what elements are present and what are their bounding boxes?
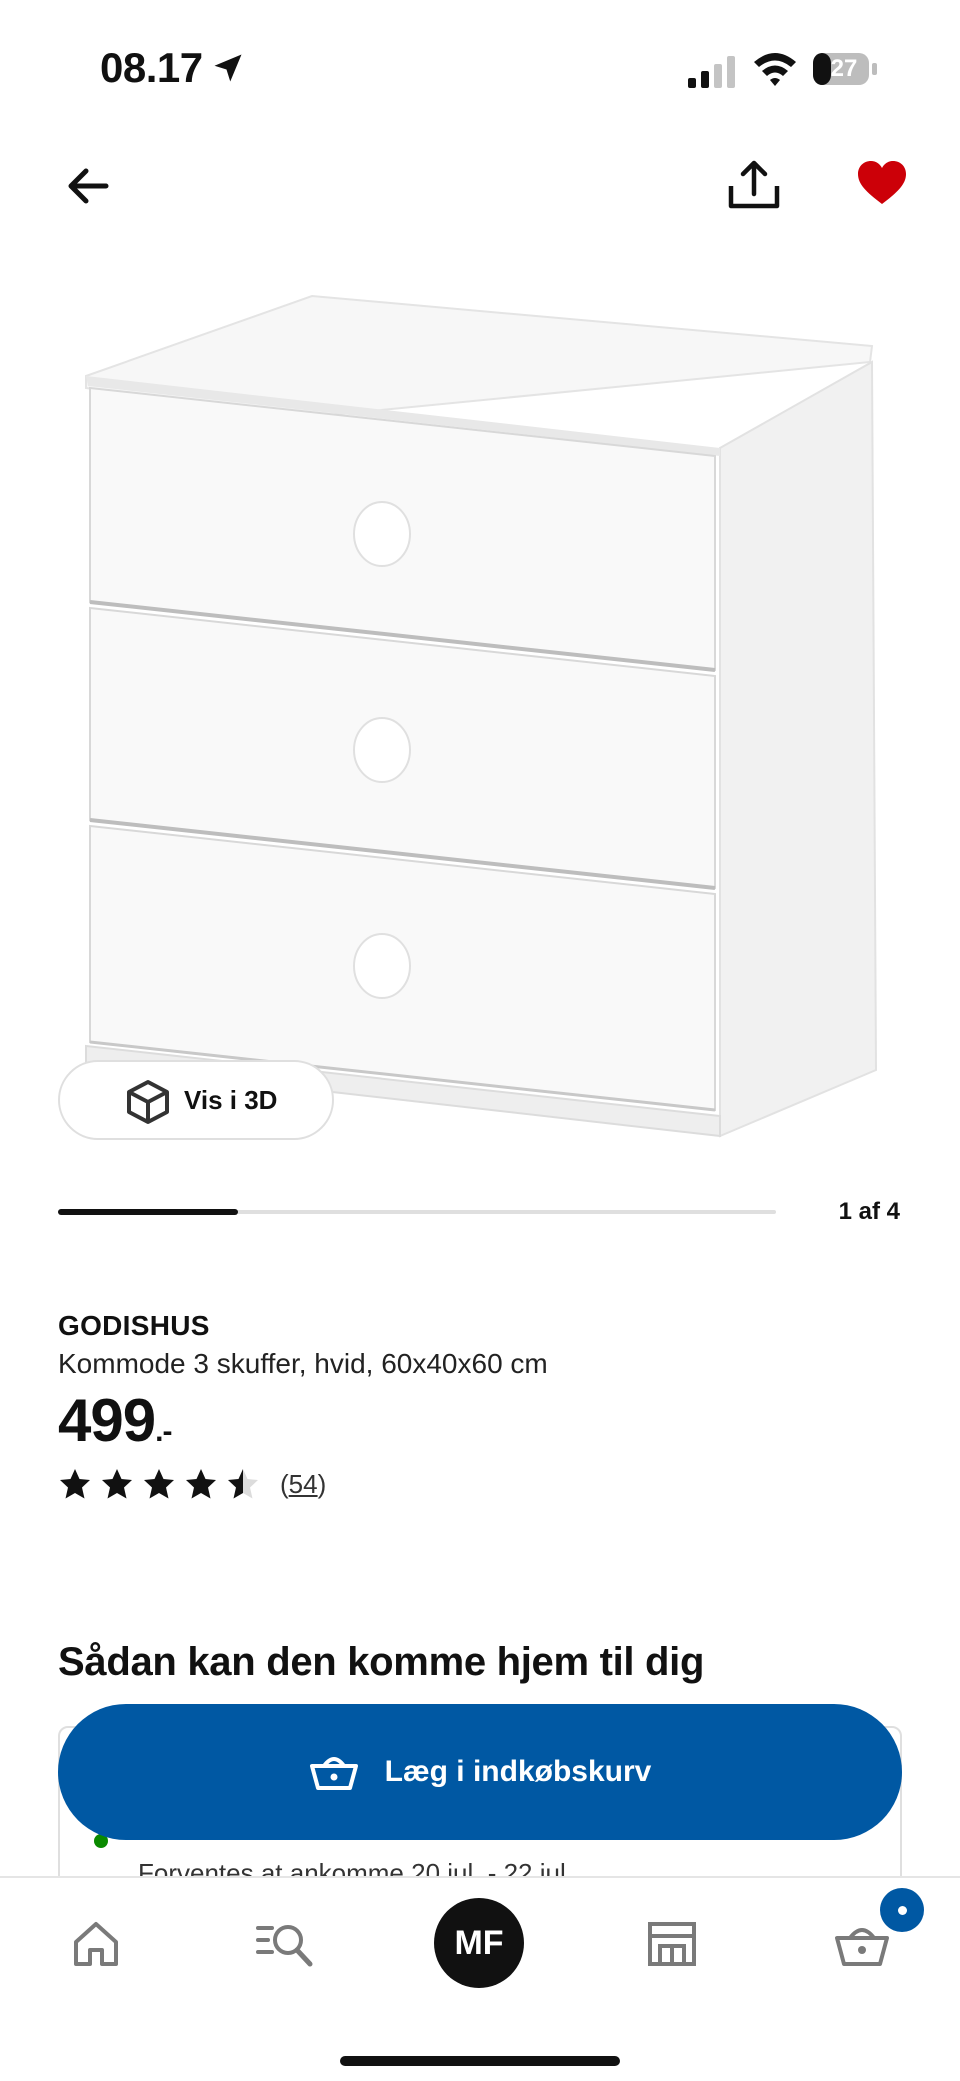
share-icon: [728, 160, 780, 209]
price-amount: 499: [58, 1387, 156, 1454]
product-rating[interactable]: (54): [58, 1466, 326, 1502]
product-description: Kommode 3 skuffer, hvid, 60x40x60 cm: [58, 1348, 548, 1379]
add-to-cart-label: Læg i indkøbskurv: [384, 1755, 652, 1788]
delivery-heading: Sådan kan den komme hjem til dig: [58, 1640, 705, 1684]
gallery-progress-track: [58, 1209, 776, 1215]
star-icon: [186, 1469, 216, 1499]
battery-indicator: 27: [812, 52, 878, 86]
view-in-3d-label: Vis i 3D: [184, 1084, 278, 1115]
add-to-cart-button[interactable]: Læg i indkøbskurv: [58, 1704, 902, 1840]
cart-badge: [880, 1888, 924, 1932]
store-icon: [648, 1922, 696, 1966]
nav-home[interactable]: [60, 1908, 132, 1980]
cube-3d-icon: [127, 1080, 169, 1124]
product-brand: GODISHUS: [58, 1310, 210, 1341]
arrow-left-icon: [68, 168, 109, 204]
back-button[interactable]: [60, 158, 116, 214]
wifi-icon: [754, 53, 796, 86]
home-icon: [74, 1922, 118, 1966]
status-time: 08.17: [100, 44, 203, 91]
nav-stores[interactable]: [636, 1908, 708, 1980]
profile-initials: MF: [454, 1923, 504, 1962]
star-icon: [102, 1469, 132, 1499]
product-price: 499.-: [58, 1386, 172, 1455]
status-bar: 08.17 27: [0, 0, 960, 140]
shopping-basket-icon: [835, 1928, 889, 1966]
battery-percent: 27: [830, 55, 858, 82]
home-indicator: [340, 2056, 620, 2066]
review-count-value: 54: [288, 1468, 318, 1499]
gallery-progress-fill: [58, 1209, 238, 1215]
heart-icon: [858, 161, 906, 204]
star-icon: [60, 1469, 90, 1499]
price-suffix: .-: [155, 1415, 172, 1448]
share-button[interactable]: [726, 158, 782, 214]
nav-search[interactable]: [250, 1908, 322, 1980]
shopping-basket-icon: [309, 1757, 358, 1790]
view-in-3d-button[interactable]: Vis i 3D: [58, 1060, 334, 1140]
bottom-navigation: MF: [0, 1876, 960, 2081]
location-arrow-icon: [214, 54, 242, 82]
product-image[interactable]: [60, 270, 900, 1150]
review-count[interactable]: (54): [280, 1469, 326, 1500]
half-star-icon: [228, 1469, 258, 1499]
gallery-page-count: 1 af 4: [838, 1198, 900, 1225]
star-icon: [144, 1469, 174, 1499]
search-list-icon: [256, 1925, 313, 1967]
favourite-button[interactable]: [856, 158, 908, 210]
nav-profile[interactable]: MF: [434, 1898, 524, 1988]
cellular-signal-icon: [688, 56, 735, 88]
